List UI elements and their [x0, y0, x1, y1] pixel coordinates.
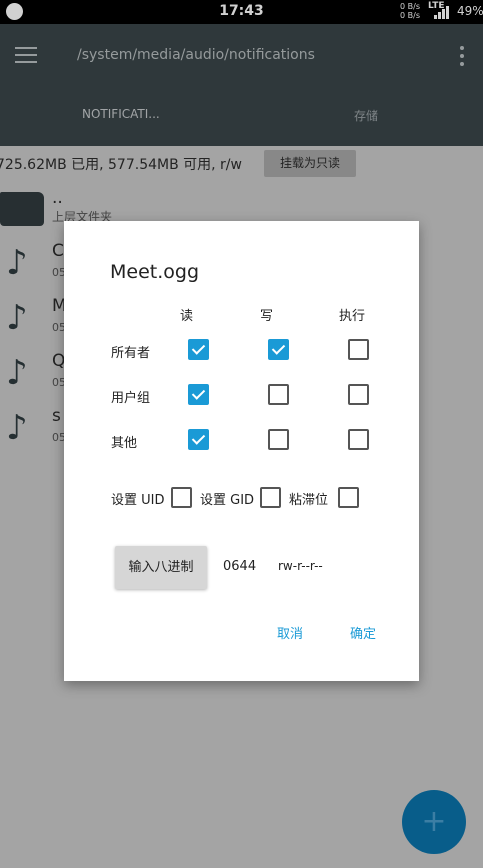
row-owner-label: 所有者	[111, 346, 151, 361]
sticky-checkbox[interactable]	[338, 487, 359, 508]
column-write: 写	[260, 309, 274, 324]
others-read-checkbox[interactable]	[188, 429, 209, 450]
others-write-checkbox[interactable]	[268, 429, 289, 450]
group-write-checkbox[interactable]	[268, 384, 289, 405]
setgid-checkbox[interactable]	[260, 487, 281, 508]
owner-write-checkbox[interactable]	[268, 339, 289, 360]
setgid-label: 设置 GID	[200, 493, 255, 508]
owner-read-checkbox[interactable]	[188, 339, 209, 360]
owner-exec-checkbox[interactable]	[348, 339, 369, 360]
ok-button[interactable]: 确定	[350, 623, 376, 642]
permission-string: rw-r--r--	[278, 559, 323, 573]
row-group-label: 用户组	[111, 391, 151, 406]
permissions-dialog: Meet.ogg 读 写 执行 所有者 用户组 其他 设置 UID 设置 GID…	[64, 221, 419, 681]
sticky-label: 粘滞位	[289, 493, 329, 508]
setuid-label: 设置 UID	[111, 493, 165, 508]
row-others-label: 其他	[111, 436, 138, 451]
column-execute: 执行	[339, 309, 366, 324]
group-exec-checkbox[interactable]	[348, 384, 369, 405]
others-exec-checkbox[interactable]	[348, 429, 369, 450]
column-read: 读	[180, 309, 194, 324]
cancel-button[interactable]: 取消	[277, 623, 303, 642]
enter-octal-button[interactable]: 输入八进制	[115, 546, 207, 589]
setuid-checkbox[interactable]	[171, 487, 192, 508]
dialog-title: Meet.ogg	[110, 261, 200, 283]
group-read-checkbox[interactable]	[188, 384, 209, 405]
octal-value: 0644	[223, 559, 257, 574]
